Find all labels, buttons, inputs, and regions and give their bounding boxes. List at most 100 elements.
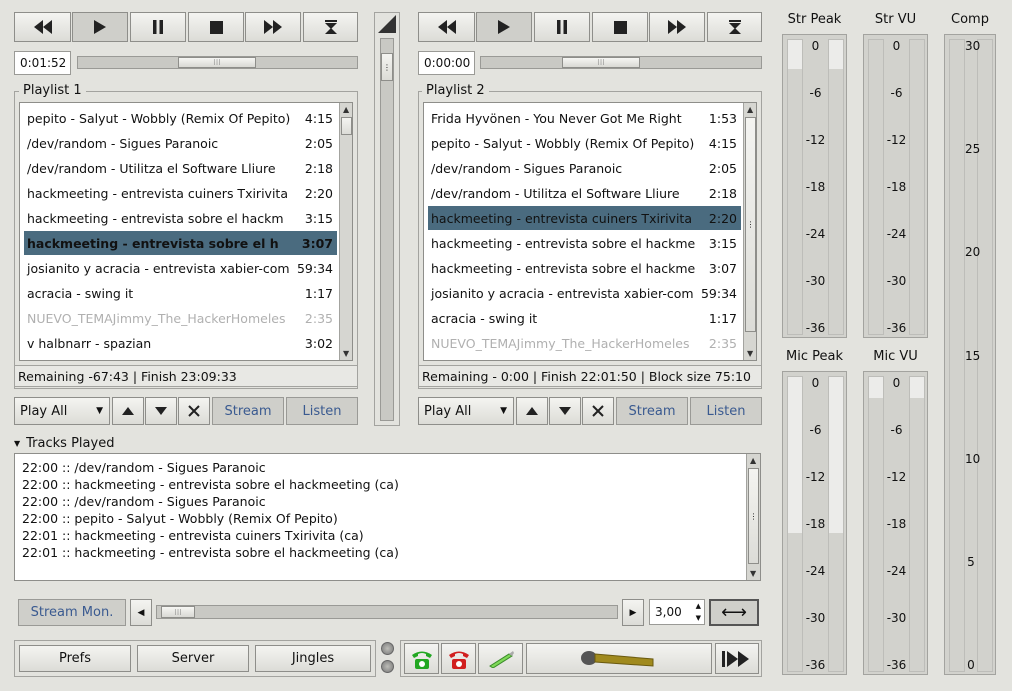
track-title: NUEVO_TEMAJimmy_The_HackerHomeles [431, 335, 690, 351]
deck2-move-down-button[interactable] [549, 397, 581, 425]
playlist2-scrollbar[interactable]: ▲ ⋮ ▼ [743, 103, 756, 360]
playlist1-row[interactable]: v halbnarr - spazian 3:02 [24, 331, 337, 355]
tracks-played-scrollbar[interactable]: ▲ ⋮ ▼ [746, 454, 760, 580]
deck1-move-up-button[interactable] [112, 397, 144, 425]
phone-red-button[interactable] [441, 643, 476, 674]
playlist1-row[interactable]: NUEVO_TEMAJimmy_The_HackerHomeles 2:35 [24, 306, 337, 330]
scroll-down-icon[interactable]: ▼ [747, 349, 753, 358]
playlist2-row[interactable]: /dev/random - Utilitza el Software Lliur… [428, 181, 741, 205]
skip-play-button[interactable] [715, 643, 759, 674]
deck2-remove-button[interactable] [582, 397, 614, 425]
scroll-down-icon[interactable]: ▼ [750, 569, 756, 578]
scroll-down-icon[interactable]: ▼ [343, 349, 349, 358]
scroll-left-button[interactable]: ◀ [130, 599, 152, 626]
deck2-seek-slider[interactable]: ⁝⁝⁝ [480, 56, 762, 69]
deck1-remove-button[interactable] [178, 397, 210, 425]
deck1-play-button[interactable] [72, 12, 128, 42]
deck2-move-up-button[interactable] [516, 397, 548, 425]
playlist2-row[interactable]: Frida Hyvönen - You Never Got Me Right 1:… [428, 106, 741, 130]
monitor-slider[interactable]: ⁝⁝⁝ [156, 605, 618, 619]
deck2-forward-button[interactable] [649, 12, 705, 42]
deck2-listen-toggle[interactable]: Listen [690, 397, 762, 425]
scroll-up-icon[interactable]: ▲ [747, 105, 753, 114]
str-peak-meter-title: Str Peak [787, 12, 842, 27]
phone-green-button[interactable] [404, 643, 439, 674]
playlist2-row[interactable]: pepito - Salyut - Wobbly (Remix Of Pepit… [428, 131, 741, 155]
deck1-seek-handle[interactable]: ⁝⁝⁝ [178, 57, 256, 68]
scroll-right-button[interactable]: ▶ [622, 599, 644, 626]
crossfader-slider[interactable]: ⋮ [380, 38, 394, 421]
deck1-time-field[interactable]: 0:01:52 [14, 51, 71, 75]
track-title: pepito - Salyut - Wobbly (Remix Of Pepit… [431, 135, 695, 151]
playlist2-row[interactable]: acracia - swing it 1:17 [428, 306, 741, 330]
track-duration: 4:15 [708, 135, 737, 151]
tracks-played-scroll-thumb[interactable]: ⋮ [748, 468, 759, 564]
deck2-stop-button[interactable] [592, 12, 648, 42]
tracks-played-log[interactable]: 22:00 :: /dev/random - Sigues Paranoic 22… [14, 453, 761, 581]
playlist2-title: Playlist 2 [422, 83, 489, 98]
playlist1-row[interactable]: /dev/random - Sigues Paranoic 2:05 [24, 131, 337, 155]
spin-up-icon[interactable]: ▲ [696, 602, 701, 610]
playlist1-list[interactable]: pepito - Salyut - Wobbly (Remix Of Pepit… [19, 102, 353, 361]
playlist1-scroll-thumb[interactable] [341, 117, 352, 135]
deck2-play-button[interactable] [476, 12, 532, 42]
jingles-button[interactable]: Jingles [255, 645, 371, 672]
playlist1-row[interactable]: acracia - swing it 1:17 [24, 281, 337, 305]
crossfader-handle[interactable]: ⋮ [381, 53, 393, 81]
server-button[interactable]: Server [137, 645, 249, 672]
spin-value-field[interactable]: 3,00 ▲ ▼ [649, 599, 705, 625]
deck1-stop-button[interactable] [188, 12, 244, 42]
deck2-transport [418, 12, 762, 42]
playlist1-row[interactable]: /dev/random - Utilitza el Software Lliur… [24, 156, 337, 180]
playlist1-row[interactable]: hackmeeting - entrevista sobre el h 3:07 [24, 231, 337, 255]
crossfader-corner-icon [378, 15, 396, 37]
status-led-bottom [381, 660, 394, 673]
meter-bar-left [787, 376, 803, 672]
deck2-rewind-button[interactable] [418, 12, 475, 42]
played-line: 22:00 :: pepito - Salyut - Wobbly (Remix… [22, 511, 338, 526]
monitor-slider-handle[interactable]: ⁝⁝⁝ [161, 606, 195, 618]
deck2-pause-button[interactable] [534, 12, 590, 42]
deck2-seek-handle[interactable]: ⁝⁝⁝ [562, 57, 640, 68]
deck2-mode-select[interactable]: Play All ▼ [418, 397, 514, 425]
track-duration: 1:53 [708, 110, 737, 126]
meter-level-fill [869, 40, 883, 334]
spin-down-icon[interactable]: ▼ [696, 614, 701, 622]
deck1-pause-button[interactable] [130, 12, 186, 42]
deck1-seek-slider[interactable]: ⁝⁝⁝ [77, 56, 358, 69]
deck1-listen-toggle[interactable]: Listen [286, 397, 358, 425]
track-duration: 3:02 [304, 335, 333, 351]
prefs-button[interactable]: Prefs [19, 645, 131, 672]
deck1-eject-button[interactable] [303, 12, 358, 42]
scroll-up-icon[interactable]: ▲ [343, 105, 349, 114]
playlist2-row[interactable]: hackmeeting - entrevista cuiners Txirivi… [428, 206, 741, 230]
stream-mon-toggle[interactable]: Stream Mon. [18, 599, 126, 626]
deck1-mode-select[interactable]: Play All ▼ [14, 397, 110, 425]
playlist1-scrollbar[interactable]: ▲ ▼ [339, 103, 352, 360]
playlist2-list[interactable]: Frida Hyvönen - You Never Got Me Right 1:… [423, 102, 757, 361]
playlist2-row[interactable]: josianito y acracia - entrevista xabier-… [428, 281, 741, 305]
playlist2-row[interactable]: hackmeeting - entrevista sobre el hackme… [428, 256, 741, 280]
tracks-played-expander[interactable]: ▼ Tracks Played [14, 434, 114, 452]
playlist1-row[interactable]: pepito - Salyut - Wobbly (Remix Of Pepit… [24, 106, 337, 130]
deck1-rewind-button[interactable] [14, 12, 71, 42]
playlist2-row[interactable]: hackmeeting - entrevista sobre el hackme… [428, 231, 741, 255]
deck2-time-field[interactable]: 0:00:00 [418, 51, 475, 75]
playlist1-row[interactable]: josianito y acracia - entrevista xabier-… [24, 256, 337, 280]
microphone-button[interactable] [526, 643, 712, 674]
playlist1-row[interactable]: hackmeeting - entrevista cuiners Txirivi… [24, 181, 337, 205]
meter-level-fill [910, 40, 924, 334]
deck1-move-down-button[interactable] [145, 397, 177, 425]
playlist2-row[interactable]: NUEVO_TEMAJimmy_The_HackerHomeles 2:35 [428, 331, 741, 355]
deck2-stream-toggle[interactable]: Stream [616, 397, 688, 425]
deck2-eject-button[interactable] [707, 12, 762, 42]
scroll-up-icon[interactable]: ▲ [750, 456, 756, 465]
mic-peak-meter-title: Mic Peak [786, 349, 843, 364]
expand-width-button[interactable]: ⟷ [709, 599, 759, 626]
deck1-stream-toggle[interactable]: Stream [212, 397, 284, 425]
deck1-forward-button[interactable] [245, 12, 301, 42]
mic-pen-button[interactable] [478, 643, 523, 674]
playlist1-row[interactable]: hackmeeting - entrevista sobre el hackm 3… [24, 206, 337, 230]
playlist2-scroll-thumb[interactable]: ⋮ [745, 117, 756, 332]
playlist2-row[interactable]: /dev/random - Sigues Paranoic 2:05 [428, 156, 741, 180]
